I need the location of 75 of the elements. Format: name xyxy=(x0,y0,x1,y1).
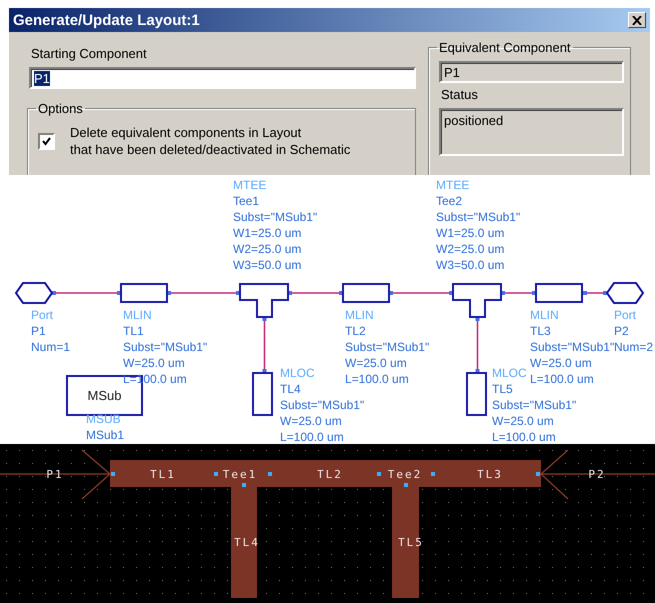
checkbox-label: Delete equivalent components in Layout that have been deleted/deactivated in Schematic xyxy=(70,124,350,158)
wire xyxy=(389,291,453,295)
tee-junction-symbol xyxy=(452,283,502,318)
status-label: Status xyxy=(441,87,479,103)
check-icon xyxy=(42,136,51,146)
component-label: W=25.0 um xyxy=(280,413,342,429)
group-title: Equivalent Component xyxy=(438,40,572,55)
component-label: Tee1 xyxy=(233,193,260,209)
wire xyxy=(52,291,121,295)
component-label: L=100.0 um xyxy=(492,429,556,444)
component-label: MLIN xyxy=(530,307,559,323)
component-label: Subst="MSub1" xyxy=(280,397,364,413)
component-label: W1=25.0 um xyxy=(233,225,302,241)
field-label: Starting Component xyxy=(31,46,148,62)
component-label: W=25.0 um xyxy=(123,355,185,371)
component-label: W=25.0 um xyxy=(345,355,407,371)
component-label: Subst="MSub1" xyxy=(345,339,430,355)
component-label: MTEE xyxy=(436,177,470,193)
component-label: MLIN xyxy=(123,307,152,323)
component-label: TL3 xyxy=(530,323,551,339)
component-label: TL2 xyxy=(345,323,366,339)
window-title: Generate/Update Layout:1 xyxy=(13,12,200,28)
component-label: W1=25.0 um xyxy=(436,225,504,241)
component-label: MLOC xyxy=(280,365,315,381)
component-label: TL5 xyxy=(492,381,513,397)
component-label: W=25.0 um xyxy=(492,413,554,429)
component-label: Subst="MSub1" xyxy=(233,209,318,225)
wire xyxy=(262,317,266,373)
checkbox[interactable] xyxy=(38,132,55,150)
component-label: TL4 xyxy=(280,381,301,397)
open-stub-symbol xyxy=(252,372,273,416)
tee-junction-symbol xyxy=(239,283,289,318)
status-field: positioned xyxy=(439,108,624,156)
input-field[interactable]: P1 xyxy=(29,67,416,89)
component-label: W2=25.0 um xyxy=(436,241,504,257)
port-symbol xyxy=(606,282,644,304)
component-label: Num=2 xyxy=(614,339,654,355)
component-label: MSUB xyxy=(86,411,121,427)
layout-label: TL3 xyxy=(477,468,503,481)
close-button[interactable] xyxy=(628,12,646,28)
close-icon xyxy=(632,16,642,24)
layout-label: TL1 xyxy=(150,468,176,481)
wire xyxy=(501,291,536,295)
component-label: Tee2 xyxy=(436,193,462,209)
layout-label: Tee1 xyxy=(222,468,258,481)
component-label: Port xyxy=(614,307,636,323)
component-label: MLIN xyxy=(345,307,374,323)
layout-label: Tee2 xyxy=(388,468,422,481)
component-label: L=100.0 um xyxy=(530,371,594,387)
component-label: MTEE xyxy=(233,177,266,193)
component-label: Subst="MSub1" xyxy=(492,397,576,413)
component-label: W3=50.0 um xyxy=(233,257,302,273)
component-label: W=25.0 um xyxy=(530,355,592,371)
component-label: Subst="MSub1" xyxy=(530,339,614,355)
group-title: Options xyxy=(37,101,84,116)
wire xyxy=(288,291,343,295)
component-label: MLOC xyxy=(492,365,527,381)
wire xyxy=(583,291,607,295)
layout-label: TL2 xyxy=(317,468,343,481)
open-stub-symbol xyxy=(466,372,487,416)
component-label: Subst="MSub1" xyxy=(436,209,520,225)
component-label: MSub1 xyxy=(86,427,124,443)
readonly-field: P1 xyxy=(439,61,624,83)
component-label: L=100.0 um xyxy=(345,371,409,387)
port-symbol xyxy=(14,282,54,304)
component-label: Port xyxy=(31,307,54,323)
component-label: L=100.0 um xyxy=(280,429,344,444)
component-label: W2=25.0 um xyxy=(233,241,302,257)
component-label: Subst="MSub1" xyxy=(123,339,208,355)
component-label: TL1 xyxy=(123,323,144,339)
component-label: W3=50.0 um xyxy=(436,257,504,273)
component-label: P1 xyxy=(31,323,46,339)
component-label: Num=1 xyxy=(31,339,70,355)
wire xyxy=(476,317,480,373)
component-label: P2 xyxy=(614,323,629,339)
